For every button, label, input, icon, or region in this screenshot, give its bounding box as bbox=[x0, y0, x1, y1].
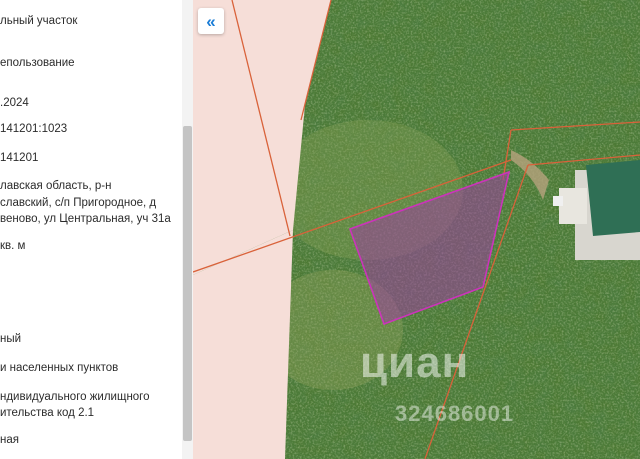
house-roof bbox=[586, 160, 640, 236]
status-value: ный bbox=[0, 333, 22, 345]
cadastral-number-value[interactable]: 141201:1023 bbox=[0, 121, 67, 138]
double-chevron-left-icon: « bbox=[206, 11, 216, 31]
panel-scrollbar-thumb[interactable] bbox=[183, 126, 192, 441]
ownership-value: ная bbox=[0, 434, 19, 446]
permitted-use-line-2: ительства код 2.1 bbox=[0, 407, 95, 419]
address-line-2: славский, с/п Пригородное, д bbox=[0, 197, 157, 209]
shed bbox=[553, 196, 563, 206]
date-value: .2024 bbox=[0, 97, 29, 109]
outbuilding bbox=[559, 188, 587, 224]
collapse-panel-button[interactable]: « bbox=[198, 8, 224, 34]
satellite-map[interactable] bbox=[193, 0, 640, 459]
watermark-id: 324686001 bbox=[395, 401, 515, 426]
map-layer bbox=[193, 0, 640, 459]
parcel-type-value: льный участок bbox=[0, 15, 78, 27]
land-category-value: и населенных пунктов bbox=[0, 362, 119, 374]
address-line-1: лавская область, р-н bbox=[0, 180, 112, 192]
watermark-logo: циан bbox=[360, 338, 470, 387]
area-value: кв. м bbox=[0, 240, 26, 252]
land-use-value: епользование bbox=[0, 57, 75, 69]
permitted-use-line-1: ндивидуального жилищного bbox=[0, 391, 150, 403]
cadastral-quarter-value[interactable]: 141201 bbox=[0, 150, 38, 167]
info-panel: льный участок епользование .2024 141201:… bbox=[0, 0, 182, 459]
address-line-3: веново, ул Центральная, уч 31а bbox=[0, 213, 171, 225]
